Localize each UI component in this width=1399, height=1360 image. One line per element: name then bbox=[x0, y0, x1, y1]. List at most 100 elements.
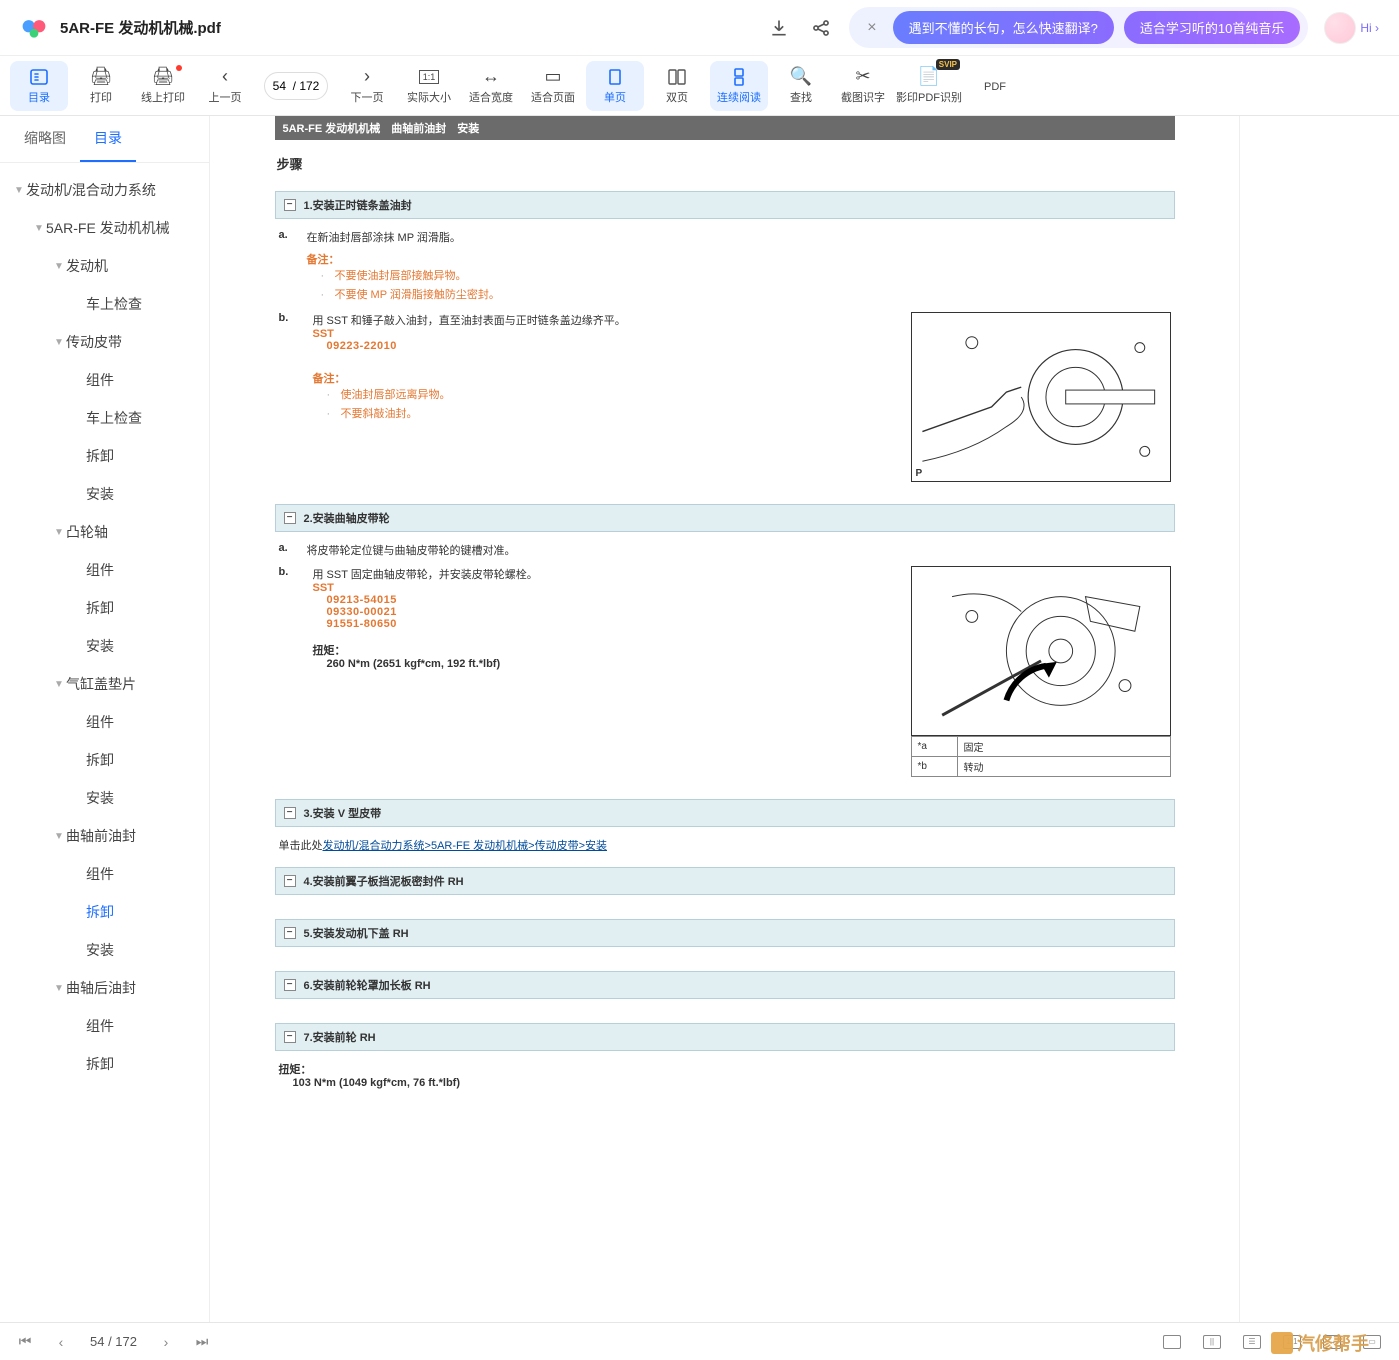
collapse-icon[interactable]: − bbox=[284, 979, 296, 991]
promo-chip-1[interactable]: 遇到不懂的长句，怎么快速翻译? bbox=[893, 11, 1114, 44]
collapse-icon[interactable]: − bbox=[284, 875, 296, 887]
step-3-header[interactable]: − 3.安装 V 型皮带 bbox=[275, 799, 1175, 827]
fit-w-label: 适合宽度 bbox=[469, 89, 513, 105]
prev-page-icon[interactable]: ‹ bbox=[54, 1334, 68, 1350]
toc-item[interactable]: ▼组件 bbox=[0, 551, 209, 589]
avatar[interactable]: Hi › bbox=[1324, 12, 1379, 44]
avatar-image bbox=[1324, 12, 1356, 44]
actual-size-icon: 1:1 bbox=[419, 67, 439, 87]
chevron-down-icon[interactable]: ▼ bbox=[32, 223, 46, 234]
toc-item[interactable]: ▼安装 bbox=[0, 627, 209, 665]
toc-item[interactable]: ▼安装 bbox=[0, 931, 209, 969]
chevron-down-icon[interactable]: ▼ bbox=[52, 679, 66, 690]
tab-thumbnails[interactable]: 缩略图 bbox=[10, 116, 80, 162]
toc-item[interactable]: ▼安装 bbox=[0, 779, 209, 817]
toc-item[interactable]: ▼安装 bbox=[0, 475, 209, 513]
view-mode-2-icon[interactable]: || bbox=[1203, 1335, 1221, 1349]
toc-button[interactable]: 目录 bbox=[10, 61, 68, 111]
toc-item[interactable]: ▼5AR-FE 发动机机械 bbox=[0, 209, 209, 247]
view-mode-1-icon[interactable] bbox=[1163, 1335, 1181, 1349]
scan-pdf-button[interactable]: SVIP 📄 影印PDF识别 bbox=[896, 61, 962, 111]
toc-item[interactable]: ▼拆卸 bbox=[0, 589, 209, 627]
chevron-down-icon[interactable]: ▼ bbox=[52, 337, 66, 348]
double-page-button[interactable]: 双页 bbox=[648, 61, 706, 111]
toc-item-label: 5AR-FE 发动机机械 bbox=[46, 218, 170, 238]
cross-ref-link[interactable]: 发动机/混合动力系统>5AR-FE 发动机机械>传动皮带>安装 bbox=[323, 840, 608, 852]
toc-item[interactable]: ▼拆卸 bbox=[0, 893, 209, 931]
view-mode-3-icon[interactable]: ☰ bbox=[1243, 1335, 1261, 1349]
note-item: 不要使油封唇部接触异物。 bbox=[335, 267, 1171, 286]
toc-item[interactable]: ▼气缸盖垫片 bbox=[0, 665, 209, 703]
first-page-icon[interactable]: ⏮ bbox=[18, 1333, 32, 1350]
step-7-header[interactable]: − 7.安装前轮 RH bbox=[275, 1023, 1175, 1051]
single-page-button[interactable]: 单页 bbox=[586, 61, 644, 111]
toc-item[interactable]: ▼凸轮轴 bbox=[0, 513, 209, 551]
fit-page-button[interactable]: ▭ 适合页面 bbox=[524, 61, 582, 111]
next-page-button[interactable]: › 下一页 bbox=[338, 61, 396, 111]
toc-item-label: 车上检查 bbox=[86, 294, 142, 314]
toc-item[interactable]: ▼传动皮带 bbox=[0, 323, 209, 361]
chevron-down-icon[interactable]: ▼ bbox=[52, 983, 66, 994]
last-page-icon[interactable]: ⏭ bbox=[195, 1333, 209, 1350]
diagram-marker: P bbox=[916, 468, 923, 479]
link-prefix: 单击此处 bbox=[279, 840, 323, 852]
promo-chip-2[interactable]: 适合学习听的10首纯音乐 bbox=[1124, 11, 1300, 44]
page-number-input[interactable] bbox=[264, 72, 328, 100]
step-1-header[interactable]: − 1.安装正时链条盖油封 bbox=[275, 191, 1175, 219]
toc-item[interactable]: ▼拆卸 bbox=[0, 1045, 209, 1083]
avatar-greeting: Hi › bbox=[1360, 21, 1379, 35]
fit-width-button[interactable]: ↔ 适合宽度 bbox=[462, 61, 520, 111]
screenshot-ocr-button[interactable]: ✂ 截图识字 bbox=[834, 61, 892, 111]
sst-code: 91551-80650 bbox=[327, 618, 893, 630]
toc-item[interactable]: ▼车上检查 bbox=[0, 399, 209, 437]
document-viewport[interactable]: 5AR-FE 发动机机械 曲轴前油封 安装 步骤 − 1.安装正时链条盖油封 a… bbox=[210, 116, 1239, 1322]
step-5-header[interactable]: − 5.安装发动机下盖 RH bbox=[275, 919, 1175, 947]
continuous-button[interactable]: 连续阅读 bbox=[710, 61, 768, 111]
actual-size-button[interactable]: 1:1 实际大小 bbox=[400, 61, 458, 111]
toc-item[interactable]: ▼拆卸 bbox=[0, 437, 209, 475]
download-icon[interactable] bbox=[769, 18, 789, 38]
chevron-down-icon[interactable]: ▼ bbox=[52, 527, 66, 538]
prev-page-button[interactable]: ‹ 上一页 bbox=[196, 61, 254, 111]
toc-item[interactable]: ▼曲轴前油封 bbox=[0, 817, 209, 855]
promo-close-icon[interactable]: × bbox=[861, 19, 882, 37]
toc-item[interactable]: ▼组件 bbox=[0, 361, 209, 399]
toc-item[interactable]: ▼车上检查 bbox=[0, 285, 209, 323]
fit-page-icon: ▭ bbox=[543, 67, 563, 87]
print-button[interactable]: 🖨 打印 bbox=[72, 61, 130, 111]
scan-label: 影印PDF识别 bbox=[896, 89, 962, 105]
step-1-title: 1.安装正时链条盖油封 bbox=[304, 197, 412, 213]
toc-item[interactable]: ▼发动机/混合动力系统 bbox=[0, 171, 209, 209]
chevron-down-icon[interactable]: ▼ bbox=[52, 261, 66, 272]
toc-item[interactable]: ▼组件 bbox=[0, 855, 209, 893]
toc-item[interactable]: ▼拆卸 bbox=[0, 741, 209, 779]
step-6-header[interactable]: − 6.安装前轮轮罩加长板 RH bbox=[275, 971, 1175, 999]
search-button[interactable]: 🔍 查找 bbox=[772, 61, 830, 111]
chevron-down-icon[interactable]: ▼ bbox=[12, 185, 26, 196]
toc-item[interactable]: ▼发动机 bbox=[0, 247, 209, 285]
print-label: 打印 bbox=[90, 89, 112, 105]
collapse-icon[interactable]: − bbox=[284, 199, 296, 211]
chevron-down-icon[interactable]: ▼ bbox=[52, 831, 66, 842]
collapse-icon[interactable]: − bbox=[284, 1031, 296, 1043]
toc-item[interactable]: ▼组件 bbox=[0, 703, 209, 741]
online-print-icon: 🖨 bbox=[153, 67, 173, 87]
search-icon: 🔍 bbox=[791, 67, 811, 87]
collapse-icon[interactable]: − bbox=[284, 512, 296, 524]
toc-item-label: 车上检查 bbox=[86, 408, 142, 428]
tab-toc[interactable]: 目录 bbox=[80, 116, 136, 162]
sidebar: 缩略图 目录 ▼发动机/混合动力系统▼5AR-FE 发动机机械▼发动机▼车上检查… bbox=[0, 116, 210, 1322]
collapse-icon[interactable]: − bbox=[284, 927, 296, 939]
toc-tree[interactable]: ▼发动机/混合动力系统▼5AR-FE 发动机机械▼发动机▼车上检查▼传动皮带▼组… bbox=[0, 163, 209, 1322]
toc-item[interactable]: ▼曲轴后油封 bbox=[0, 969, 209, 1007]
next-page-icon[interactable]: › bbox=[159, 1334, 173, 1350]
pdf-more-button[interactable]: PDF bbox=[966, 61, 1024, 111]
step-4-header[interactable]: − 4.安装前翼子板挡泥板密封件 RH bbox=[275, 867, 1175, 895]
collapse-icon[interactable]: − bbox=[284, 807, 296, 819]
toc-item-label: 安装 bbox=[86, 940, 114, 960]
step-2-header[interactable]: − 2.安装曲轴皮带轮 bbox=[275, 504, 1175, 532]
online-print-button[interactable]: 🖨 线上打印 bbox=[134, 61, 192, 111]
diagram-2 bbox=[911, 566, 1171, 736]
toc-item[interactable]: ▼组件 bbox=[0, 1007, 209, 1045]
share-icon[interactable] bbox=[811, 18, 831, 38]
